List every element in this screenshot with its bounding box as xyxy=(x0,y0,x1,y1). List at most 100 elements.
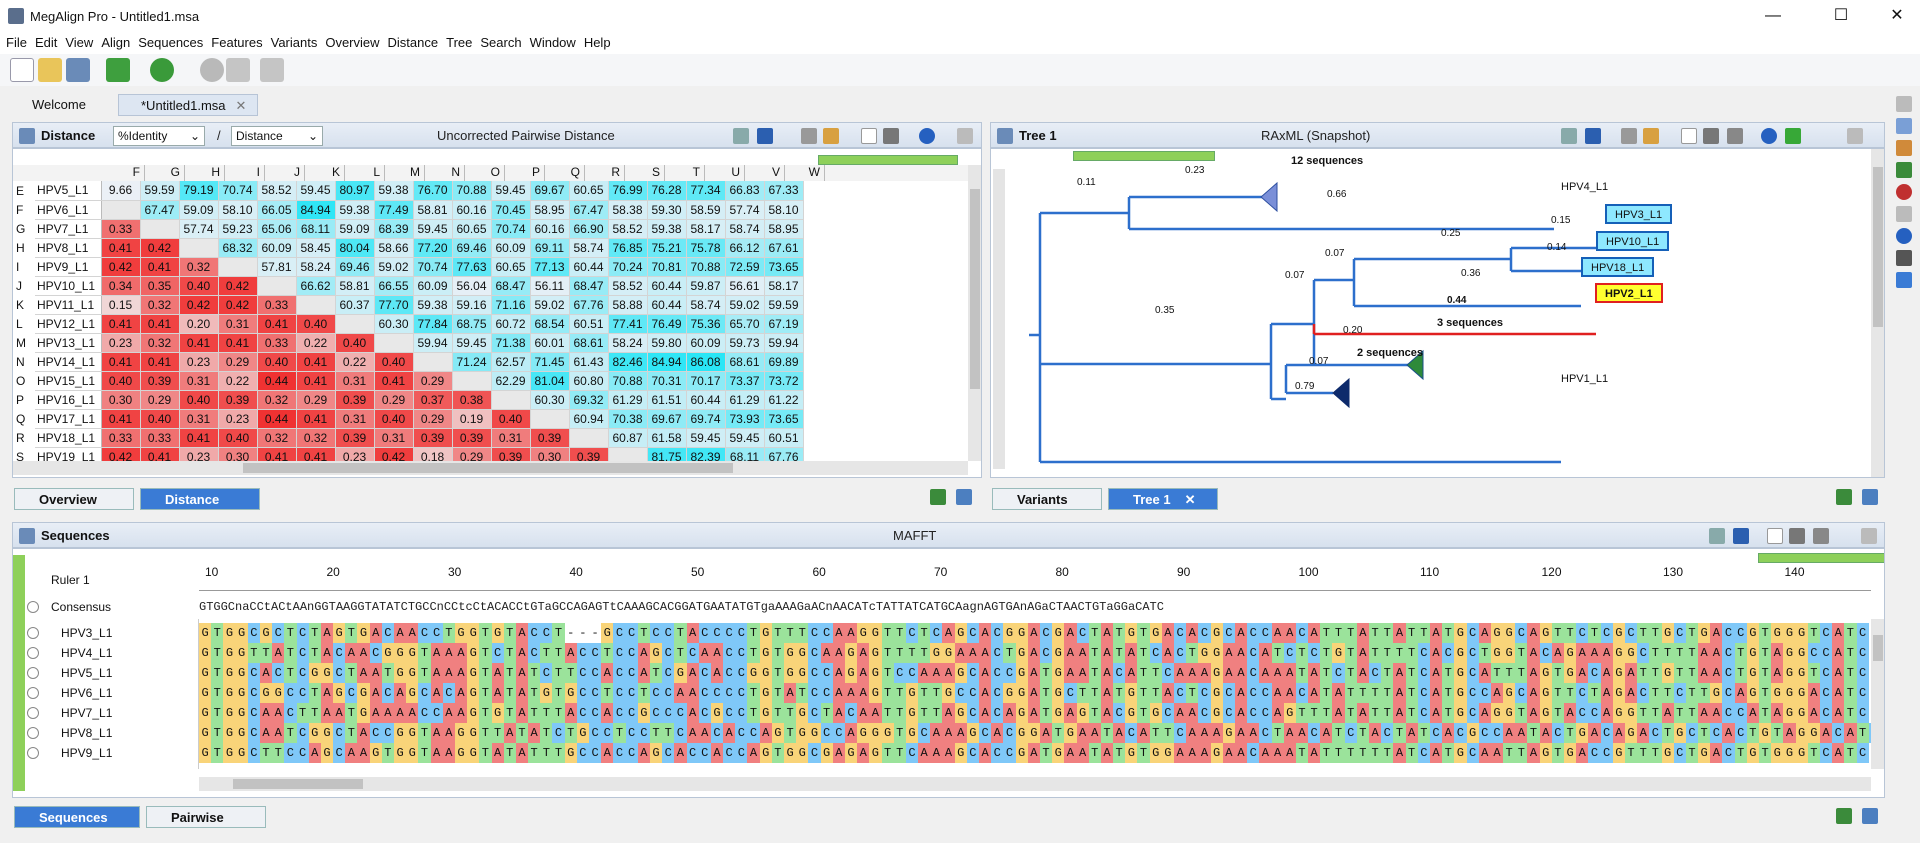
matrix-cell[interactable]: 59.38 xyxy=(335,200,375,220)
compass-icon[interactable] xyxy=(1896,118,1912,134)
sequence-name[interactable]: HPV7_L1 xyxy=(13,703,188,723)
matrix-cell[interactable]: 70.38 xyxy=(608,409,648,429)
matrix-cell[interactable]: 60.16 xyxy=(530,219,570,239)
matrix-cell[interactable]: 69.67 xyxy=(530,181,570,201)
sort-icon[interactable] xyxy=(1585,128,1601,144)
matrix-cell[interactable]: 0.39 xyxy=(140,371,180,391)
vertical-scrollbar-thumb[interactable] xyxy=(970,189,980,389)
column-header[interactable]: I xyxy=(225,165,265,181)
matrix-cell[interactable]: 0.41 xyxy=(101,352,141,372)
table-row[interactable]: G HPV7_L1 0.33 57.74 59.23 65.06 68.11 59.09 68.… xyxy=(13,219,804,239)
search-icon[interactable] xyxy=(1561,128,1577,144)
image-icon[interactable] xyxy=(1789,528,1805,544)
matrix-cell[interactable]: 0.20 xyxy=(179,314,219,334)
column-header[interactable]: K xyxy=(305,165,345,181)
palette-icon[interactable] xyxy=(1896,140,1912,156)
matrix-cell[interactable]: 59.59 xyxy=(764,295,804,315)
matrix-cell[interactable]: 59.30 xyxy=(647,200,687,220)
sequence-name[interactable]: HPV6_L1 xyxy=(13,683,188,703)
matrix-cell[interactable] xyxy=(335,314,375,334)
matrix-cell[interactable]: 0.15 xyxy=(101,295,141,315)
matrix-cell[interactable]: 0.41 xyxy=(101,409,141,429)
column-header[interactable]: P xyxy=(505,165,545,181)
menu-search[interactable]: Search xyxy=(478,34,523,52)
tab-untitled1[interactable]: *Untitled1.msa ✕ xyxy=(118,94,258,116)
image-icon[interactable] xyxy=(1703,128,1719,144)
matrix-cell[interactable]: 67.19 xyxy=(764,314,804,334)
matrix-cell[interactable]: 65.06 xyxy=(257,219,297,239)
menu-edit[interactable]: Edit xyxy=(33,34,59,52)
matrix-cell[interactable]: 77.63 xyxy=(452,257,492,277)
column-header[interactable]: H xyxy=(185,165,225,181)
matrix-cell[interactable]: 0.40 xyxy=(101,371,141,391)
matrix-cell[interactable]: 58.52 xyxy=(608,276,648,296)
matrix-cell[interactable]: 67.47 xyxy=(569,200,609,220)
matrix-cell[interactable]: 0.40 xyxy=(257,352,297,372)
matrix-cell[interactable]: 58.59 xyxy=(686,200,726,220)
matrix-cell[interactable]: 66.05 xyxy=(257,200,297,220)
matrix-cell[interactable]: 0.41 xyxy=(296,409,336,429)
matrix-cell[interactable] xyxy=(452,371,492,391)
matrix-cell[interactable]: 0.32 xyxy=(257,428,297,448)
save-icon[interactable] xyxy=(66,58,90,82)
column-header[interactable]: R xyxy=(585,165,625,181)
matrix-cell[interactable]: 60.65 xyxy=(569,181,609,201)
tab-overview[interactable]: Overview xyxy=(14,488,134,510)
matrix-cell[interactable]: 0.39 xyxy=(335,428,375,448)
layout-grid-icon[interactable] xyxy=(930,489,946,505)
table-row[interactable]: J HPV10_L1 0.34 0.35 0.40 0.42 66.62 58.81 66.55… xyxy=(13,276,804,296)
matrix-cell[interactable]: 68.47 xyxy=(491,276,531,296)
matrix-cell[interactable]: 60.37 xyxy=(335,295,375,315)
matrix-cell[interactable]: 60.44 xyxy=(647,295,687,315)
print-icon[interactable] xyxy=(1813,528,1829,544)
matrix-cell[interactable]: 60.65 xyxy=(452,219,492,239)
matrix-cell[interactable]: 65.70 xyxy=(725,314,765,334)
matrix-cell[interactable]: 0.23 xyxy=(101,333,141,353)
matrix-cell[interactable]: 77.70 xyxy=(374,295,414,315)
matrix-cell[interactable]: 0.39 xyxy=(452,428,492,448)
list-icon[interactable] xyxy=(1896,250,1912,266)
matrix-cell[interactable] xyxy=(296,295,336,315)
matrix-cell[interactable]: 61.29 xyxy=(725,390,765,410)
matrix-cell[interactable]: 69.46 xyxy=(335,257,375,277)
matrix-cell[interactable]: 0.41 xyxy=(179,428,219,448)
mode-select[interactable]: Distance ⌄ xyxy=(231,126,323,146)
matrix-cell[interactable]: 67.47 xyxy=(140,200,180,220)
dock-minimize-icon[interactable] xyxy=(1896,206,1912,222)
column-header[interactable]: T xyxy=(665,165,705,181)
matrix-cell[interactable]: 58.52 xyxy=(257,181,297,201)
expand-icon[interactable] xyxy=(27,747,39,759)
sequence-row[interactable]: GTGGTTATCTACAACGGGTAAAGTCTACTTACCTCCAGCT… xyxy=(199,643,1869,663)
expand-icon[interactable] xyxy=(27,707,39,719)
column-header[interactable]: Q xyxy=(545,165,585,181)
matrix-cell[interactable]: 60.30 xyxy=(374,314,414,334)
tab-close-icon[interactable]: ✕ xyxy=(1185,492,1196,507)
tab-pairwise[interactable]: Pairwise xyxy=(146,806,266,828)
matrix-cell[interactable]: 69.32 xyxy=(569,390,609,410)
matrix-cell[interactable]: 57.81 xyxy=(257,257,297,277)
matrix-cell[interactable]: 59.23 xyxy=(218,219,258,239)
matrix-cell[interactable]: 60.44 xyxy=(569,257,609,277)
tab-sequences[interactable]: Sequences xyxy=(14,806,140,828)
matrix-cell[interactable]: 60.16 xyxy=(452,200,492,220)
matrix-cell[interactable]: 77.13 xyxy=(530,257,570,277)
matrix-cell[interactable]: 0.22 xyxy=(218,371,258,391)
matrix-cell[interactable]: 70.88 xyxy=(686,257,726,277)
matrix-cell[interactable]: 59.09 xyxy=(335,219,375,239)
matrix-cell[interactable]: 70.74 xyxy=(218,181,258,201)
swap-icon[interactable] xyxy=(226,58,250,82)
column-header[interactable]: W xyxy=(785,165,825,181)
matrix-cell[interactable]: 0.42 xyxy=(101,257,141,277)
matrix-cell[interactable]: 59.45 xyxy=(686,428,726,448)
matrix-cell[interactable]: 0.42 xyxy=(218,276,258,296)
matrix-cell[interactable]: 0.31 xyxy=(335,409,375,429)
matrix-cell[interactable]: 0.40 xyxy=(218,428,258,448)
sequence-row[interactable]: GTGGCGCTCTAGTGACAACCTGGTGTACCT---GCCTCCT… xyxy=(199,623,1869,643)
matrix-cell[interactable]: 58.17 xyxy=(686,219,726,239)
tag-icon[interactable] xyxy=(1896,162,1912,178)
table-row[interactable]: F HPV6_L1 67.47 59.09 58.10 66.05 84.94 59.38 77… xyxy=(13,200,804,220)
leaf-label-box[interactable]: HPV18_L1 xyxy=(1581,257,1655,277)
matrix-cell[interactable]: 0.22 xyxy=(335,352,375,372)
matrix-cell[interactable]: 68.32 xyxy=(218,238,258,258)
horizontal-scrollbar-thumb[interactable] xyxy=(243,463,733,473)
